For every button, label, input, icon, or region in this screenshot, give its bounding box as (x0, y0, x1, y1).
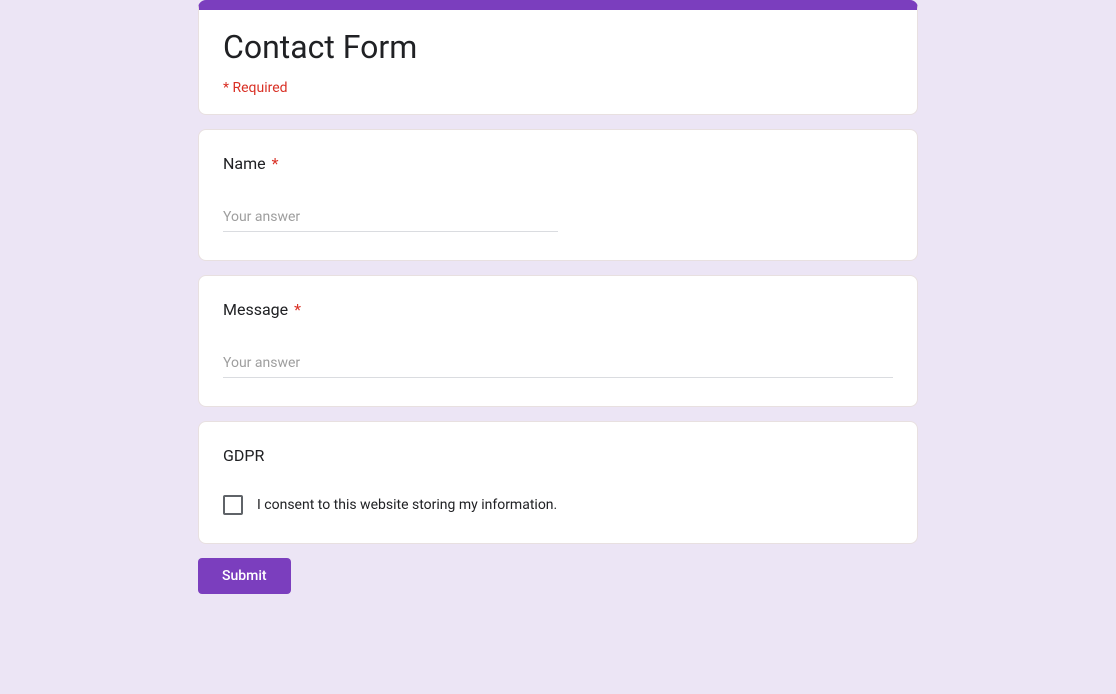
submit-button[interactable]: Submit (198, 558, 291, 594)
name-card: Name * (198, 129, 918, 261)
name-label-text: Name (223, 154, 266, 173)
form-container: Contact Form * Required Name * Message *… (198, 0, 918, 594)
required-asterisk-icon: * (272, 154, 279, 173)
required-asterisk-icon: * (294, 300, 301, 319)
message-label: Message * (223, 300, 893, 319)
form-title: Contact Form (223, 28, 893, 66)
gdpr-card: GDPR I consent to this website storing m… (198, 421, 918, 544)
gdpr-label: GDPR (223, 446, 893, 465)
gdpr-option-label: I consent to this website storing my inf… (257, 497, 557, 513)
gdpr-option-row[interactable]: I consent to this website storing my inf… (223, 495, 893, 515)
message-card: Message * (198, 275, 918, 407)
required-indicator: * Required (223, 80, 893, 96)
name-input[interactable] (223, 203, 558, 232)
message-label-text: Message (223, 300, 288, 319)
name-label: Name * (223, 154, 893, 173)
gdpr-checkbox[interactable] (223, 495, 243, 515)
header-card: Contact Form * Required (198, 0, 918, 115)
message-input[interactable] (223, 349, 893, 378)
